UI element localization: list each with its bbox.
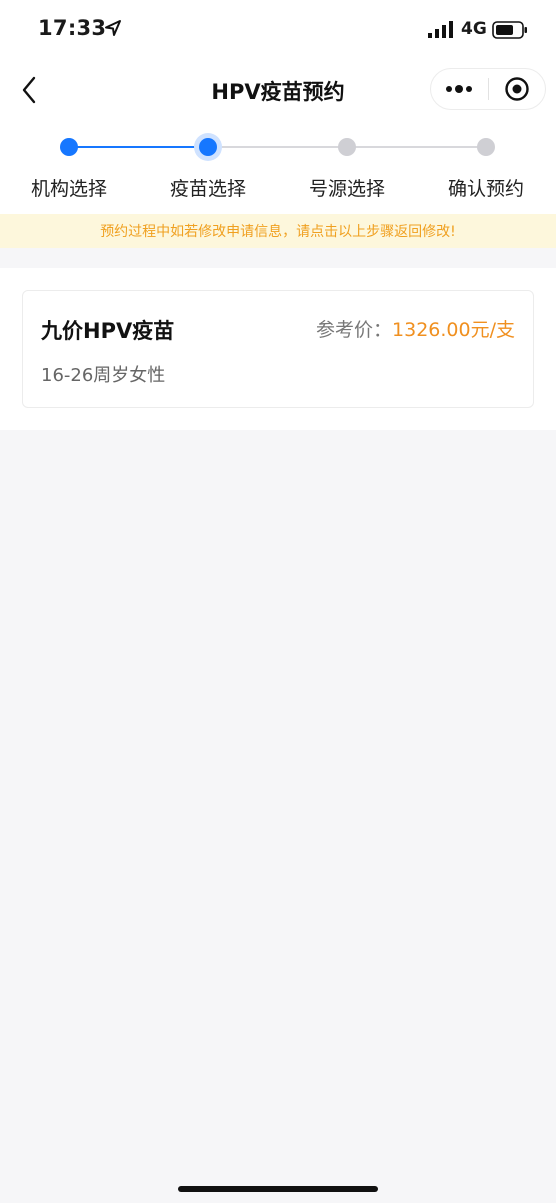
vaccine-audience: 16-26周岁女性 (41, 365, 166, 386)
step-dot-3 (338, 138, 356, 156)
more-button[interactable] (431, 69, 488, 109)
step-label-vaccine[interactable]: 疫苗选择 (148, 174, 268, 201)
step-label-slot: 号源选择 (308, 178, 385, 200)
notice-text: 预约过程中如若修改申请信息，请点击以上步骤返回修改! (100, 224, 456, 240)
network-type: 4G (461, 19, 487, 39)
vaccine-name: 九价HPV疫苗 (41, 319, 175, 343)
signal-icon (428, 21, 453, 38)
step-dot-2 (199, 138, 217, 156)
notice-banner: 预约过程中如若修改申请信息，请点击以上步骤返回修改! (0, 214, 556, 248)
status-bar: 17:33 4G (0, 0, 556, 62)
price-label: 参考价： (316, 319, 393, 341)
step-connector-1 (69, 146, 208, 148)
mini-program-capsule (430, 68, 546, 110)
step-indicator: 机构选择 疫苗选择 号源选择 确认预约 (0, 118, 556, 214)
location-arrow-icon (105, 20, 121, 36)
close-mini-program-button[interactable] (488, 69, 545, 109)
step-connector-3 (347, 146, 486, 148)
page: 17:33 4G HPV疫苗预约 机构选择 疫苗选择 号源选择 确认预约 预约过… (0, 0, 556, 1203)
home-indicator[interactable] (178, 1186, 378, 1192)
step-label-institution[interactable]: 机构选择 (9, 174, 129, 201)
battery-icon (492, 21, 527, 39)
step-connector-2 (208, 146, 347, 148)
step-label-confirm: 确认预约 (447, 178, 524, 200)
vaccine-price: 参考价：1326.00元/支 (316, 315, 515, 342)
vaccine-list: 九价HPV疫苗 参考价：1326.00元/支 16-26周岁女性 (0, 268, 556, 430)
target-icon (505, 77, 529, 101)
status-time: 17:33 (38, 16, 107, 40)
vaccine-card[interactable]: 九价HPV疫苗 参考价：1326.00元/支 16-26周岁女性 (22, 290, 534, 408)
step-dot-4 (477, 138, 495, 156)
nav-bar: HPV疫苗预约 (0, 62, 556, 118)
more-dots-icon (446, 85, 473, 93)
price-value: 1326.00元/支 (392, 319, 515, 341)
step-dot-1 (60, 138, 78, 156)
